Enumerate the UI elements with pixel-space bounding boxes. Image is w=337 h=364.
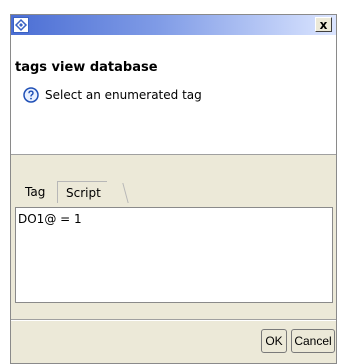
page-title: tags view database (15, 60, 158, 75)
title-bar[interactable]: x (11, 15, 336, 35)
tab-divider (122, 183, 138, 203)
app-icon (13, 17, 29, 33)
header-message: Select an enumerated tag (45, 88, 202, 102)
help-icon (23, 87, 39, 103)
script-text: DO1@ = 1 (18, 212, 82, 226)
separator (11, 319, 336, 321)
tab-script[interactable]: Script (57, 181, 107, 203)
script-editor[interactable]: DO1@ = 1 (15, 207, 333, 303)
dialog-window: x tags view database Select an enumerate… (10, 14, 337, 364)
close-icon: x (319, 17, 328, 32)
header-area: tags view database Select an enumerated … (11, 35, 336, 155)
ok-button[interactable]: OK (261, 329, 287, 353)
cancel-button[interactable]: Cancel (291, 329, 335, 353)
tab-strip: Tag Script (15, 181, 215, 203)
tab-tag[interactable]: Tag (17, 181, 52, 203)
close-button[interactable]: x (315, 17, 332, 32)
